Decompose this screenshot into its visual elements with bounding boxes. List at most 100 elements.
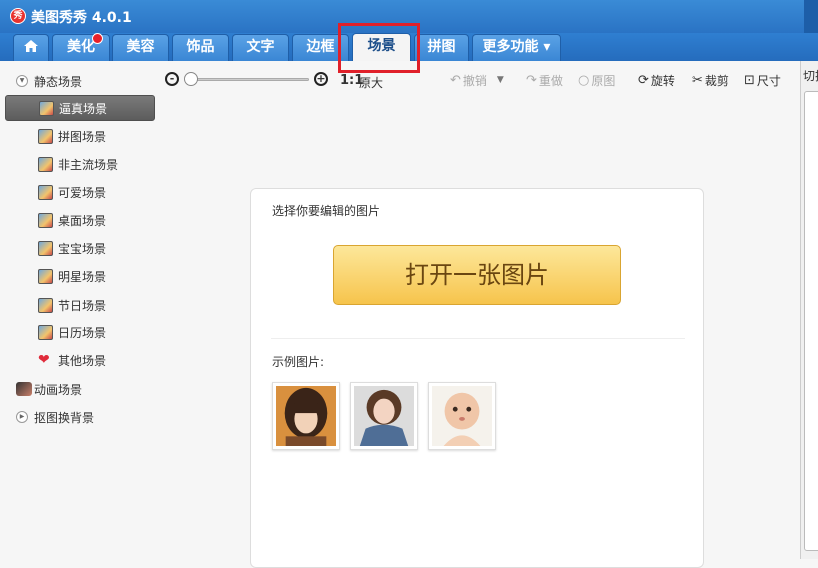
window-title: 美图秀秀 4.0.1 (31, 10, 132, 26)
tab-label: 文字 (246, 39, 275, 55)
card-prompt: 选择你要编辑的图片 (272, 204, 381, 218)
scene-thumbnail-icon (38, 128, 53, 144)
app-logo-icon: 秀 (10, 8, 26, 24)
sample-photo-girl-bangs (276, 386, 336, 446)
scene-item-other[interactable]: ❤ 其他场景 (38, 349, 153, 371)
crop-button[interactable]: ✂ 裁剪 (692, 72, 729, 88)
tab-home[interactable] (13, 34, 49, 61)
scene-item-label: 其他场景 (58, 353, 107, 368)
resize-label: 尺寸 (756, 73, 781, 88)
scene-thumbnail-icon (38, 297, 53, 313)
right-panel-list (804, 91, 818, 551)
category-static-scenes[interactable]: ▼ 静态场景 (16, 72, 82, 90)
scene-thumbnail-icon (38, 240, 53, 256)
category-animated-scenes[interactable]: 动画场景 (16, 380, 82, 398)
tab-accessories[interactable]: 饰品 (172, 34, 229, 61)
category-label: 抠图换背景 (34, 410, 95, 425)
animated-scene-icon (16, 382, 32, 396)
tab-label: 美化 (67, 39, 95, 55)
tab-text[interactable]: 文字 (232, 34, 289, 61)
rotate-button[interactable]: ⟳ 旋转 (638, 72, 675, 88)
scene-item-label: 可爱场景 (58, 185, 107, 200)
original-label: 原图 (591, 73, 616, 88)
category-label: 静态场景 (34, 74, 83, 89)
scene-item-label: 桌面场景 (58, 213, 107, 228)
tab-beauty[interactable]: 美容 (112, 34, 169, 61)
tab-collage[interactable]: 拼图 (414, 34, 469, 61)
sample-image-3[interactable] (428, 382, 496, 450)
category-label: 动画场景 (34, 382, 83, 397)
edit-toolbar: - + 1:1 原大 ↶ 撤销 ▼ ↷ 重做 ○ 原图 ⟳ 旋转 ✂ 裁剪 ⊡ … (160, 61, 800, 97)
actual-size-button[interactable]: 原大 (359, 74, 383, 91)
scene-thumbnail-icon (38, 268, 53, 284)
sample-photo-baby (432, 386, 492, 446)
tab-label: 饰品 (186, 39, 215, 55)
original-image-button[interactable]: ○ 原图 (578, 72, 615, 88)
tab-beautify[interactable]: 美化 (52, 33, 110, 61)
redo-label: 重做 (538, 73, 563, 88)
zoom-out-icon[interactable]: - (165, 72, 179, 86)
scene-item-label: 宝宝场景 (58, 241, 107, 256)
calendar-icon (38, 324, 53, 340)
scene-item-label: 逼真场景 (59, 101, 108, 116)
scene-item-label: 节日场景 (58, 298, 107, 313)
open-image-button[interactable]: 打开一张图片 (333, 245, 621, 305)
expand-arrow-icon: ▼ (16, 75, 28, 87)
home-icon (24, 40, 38, 52)
tab-bar: 美化 美容 饰品 文字 边框 场景 拼图 更多功能 ▾ (0, 33, 818, 83)
undo-label: 撤销 (462, 73, 487, 88)
scene-item-desktop[interactable]: 桌面场景 (38, 209, 153, 231)
resize-button[interactable]: ⊡ 尺寸 (744, 72, 781, 88)
window-edge (804, 0, 818, 33)
switch-label[interactable]: 切换 (803, 67, 818, 84)
scene-thumbnail-icon (38, 156, 53, 172)
tab-label: 拼图 (427, 39, 456, 55)
heart-icon: ❤ (38, 351, 50, 368)
undo-button[interactable]: ↶ 撤销 ▼ (450, 72, 506, 88)
scene-item-alternative[interactable]: 非主流场景 (38, 153, 153, 175)
scene-item-label: 明星场景 (58, 269, 107, 284)
scene-item-celebrity[interactable]: 明星场景 (38, 265, 153, 287)
scene-item-label: 日历场景 (58, 325, 107, 340)
sample-images-label: 示例图片: (272, 355, 325, 369)
tab-scene[interactable]: 场景 (352, 33, 411, 61)
tab-label: 边框 (306, 39, 335, 55)
scene-sidebar: ▼ 静态场景 逼真场景 拼图场景 非主流场景 可爱场景 桌面场景 宝宝场景 明星… (0, 61, 160, 559)
redo-icon: ↷ (526, 72, 537, 88)
title-bar: 秀 美图秀秀 4.0.1 (0, 0, 818, 33)
sample-image-2[interactable] (350, 382, 418, 450)
resize-icon: ⊡ (744, 72, 755, 88)
undo-icon: ↶ (450, 72, 461, 88)
scene-item-realistic[interactable]: 逼真场景 (5, 95, 155, 121)
scene-item-label: 非主流场景 (58, 157, 119, 172)
undo-dropdown-icon[interactable]: ▼ (497, 75, 504, 85)
scene-item-calendar[interactable]: 日历场景 (38, 321, 153, 343)
category-cutout-background[interactable]: ▶ 抠图换背景 (16, 408, 94, 426)
right-panel: 切换 (800, 61, 818, 559)
scene-item-collage[interactable]: 拼图场景 (38, 125, 153, 147)
sample-image-1[interactable] (272, 382, 340, 450)
scene-item-cute[interactable]: 可爱场景 (38, 181, 153, 203)
tab-label: 美容 (126, 39, 155, 55)
notification-badge (92, 33, 103, 44)
scene-item-baby[interactable]: 宝宝场景 (38, 237, 153, 259)
redo-button[interactable]: ↷ 重做 (526, 72, 563, 88)
sample-photo-woman-denim (354, 386, 414, 446)
divider (271, 338, 685, 339)
original-icon: ○ (578, 72, 590, 88)
scene-thumbnail-icon (39, 100, 54, 116)
scene-thumbnail-icon (38, 212, 53, 228)
tab-frame[interactable]: 边框 (292, 34, 349, 61)
scene-thumbnail-icon (38, 184, 53, 200)
scissors-icon: ✂ (692, 72, 703, 88)
rotate-label: 旋转 (650, 73, 675, 88)
expand-arrow-icon: ▶ (16, 411, 28, 423)
tab-label: 场景 (367, 38, 396, 54)
zoom-slider-track[interactable] (186, 78, 309, 81)
scene-item-holiday[interactable]: 节日场景 (38, 294, 153, 316)
zoom-in-icon[interactable]: + (314, 72, 328, 86)
zoom-slider-handle[interactable] (184, 72, 198, 86)
tab-more-functions[interactable]: 更多功能 ▾ (472, 34, 561, 61)
scene-item-label: 拼图场景 (58, 129, 107, 144)
rotate-icon: ⟳ (638, 72, 649, 88)
